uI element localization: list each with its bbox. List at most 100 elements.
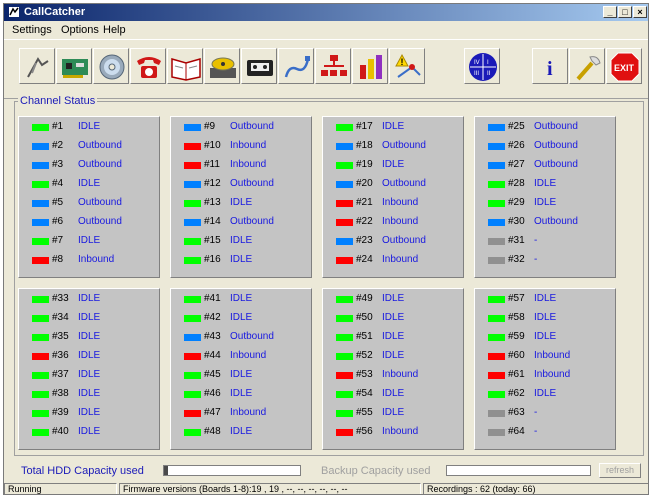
tape-drive-button[interactable] xyxy=(204,48,240,84)
channel-row: #44 Inbound xyxy=(171,349,311,363)
info-icon: i xyxy=(547,58,553,80)
channel-status-text: Outbound xyxy=(230,121,274,132)
book-icon xyxy=(171,58,201,81)
channel-number: #1 xyxy=(52,121,64,132)
channel-row: #16 IDLE xyxy=(171,253,311,267)
exit-button[interactable]: EXIT xyxy=(606,48,642,84)
svg-text:i: i xyxy=(547,58,553,80)
channel-row: #26 Outbound xyxy=(475,139,615,153)
channel-number: #3 xyxy=(52,159,64,170)
antenna-button[interactable] xyxy=(19,48,55,84)
cable-icon xyxy=(284,56,310,78)
backup-capacity-label: Backup Capacity used xyxy=(321,465,431,477)
info-button[interactable]: i xyxy=(532,48,568,84)
channel-led-icon xyxy=(488,391,505,398)
channel-row: #14 Outbound xyxy=(171,215,311,229)
channel-led-icon xyxy=(184,353,201,360)
channel-led-icon xyxy=(488,429,505,436)
channel-led-icon xyxy=(336,162,353,169)
menu-options[interactable]: Options xyxy=(61,24,99,36)
status-bar: Running Firmware versions (Boards 1-8):1… xyxy=(4,482,648,494)
channel-number: #22 xyxy=(356,216,373,227)
channel-led-icon xyxy=(336,334,353,341)
channel-status-text: IDLE xyxy=(78,178,101,189)
channel-number: #38 xyxy=(52,388,69,399)
channel-row: #43 Outbound xyxy=(171,330,311,344)
book-button[interactable] xyxy=(167,48,203,84)
channel-row: #15 IDLE xyxy=(171,234,311,248)
channel-status-text: IDLE xyxy=(534,197,557,208)
close-button[interactable]: × xyxy=(633,6,647,18)
channel-row: #50 IDLE xyxy=(323,311,463,325)
hdd-capacity-bar xyxy=(163,465,301,476)
channel-status-text: Inbound xyxy=(78,254,115,265)
channel-status-text: Outbound xyxy=(534,121,578,132)
cable-button[interactable] xyxy=(278,48,314,84)
channel-led-icon xyxy=(184,124,201,131)
menu-settings[interactable]: Settings xyxy=(12,24,52,36)
channel-status-text: Outbound xyxy=(230,331,274,342)
channel-led-icon xyxy=(184,200,201,207)
clock-button[interactable]: IV I III II xyxy=(464,48,500,84)
backup-capacity-bar xyxy=(446,465,591,476)
channel-led-icon xyxy=(32,410,49,417)
alert-icon: ! xyxy=(395,53,421,78)
channel-panel: #17 IDLE #18 Outbound #19 IDLE #20 Outbound #21 I… xyxy=(322,116,464,278)
channel-status-text: IDLE xyxy=(230,235,253,246)
channel-led-icon xyxy=(32,429,49,436)
channel-number: #52 xyxy=(356,350,373,361)
channel-number: #8 xyxy=(52,254,64,265)
channel-led-icon xyxy=(336,257,353,264)
channel-number: #5 xyxy=(52,197,64,208)
disc-button[interactable] xyxy=(93,48,129,84)
refresh-button[interactable]: refresh xyxy=(599,463,641,478)
channel-led-icon xyxy=(488,353,505,360)
chart-button[interactable] xyxy=(352,48,388,84)
hardware-button[interactable] xyxy=(56,48,92,84)
channel-number: #25 xyxy=(508,121,525,132)
channel-row: #49 IDLE xyxy=(323,292,463,306)
channel-status-text: IDLE xyxy=(78,121,101,132)
channel-led-icon xyxy=(488,334,505,341)
channel-led-icon xyxy=(336,181,353,188)
channel-led-icon xyxy=(336,429,353,436)
channel-status-text: IDLE xyxy=(534,293,557,304)
circuit-board-icon xyxy=(62,59,88,78)
telephone-button[interactable] xyxy=(130,48,166,84)
channel-status-text: Inbound xyxy=(230,159,267,170)
channel-row: #28 IDLE xyxy=(475,177,615,191)
maximize-button[interactable]: □ xyxy=(618,6,632,18)
channel-number: #36 xyxy=(52,350,69,361)
channel-number: #29 xyxy=(508,197,525,208)
channel-row: #18 Outbound xyxy=(323,139,463,153)
network-button[interactable] xyxy=(315,48,351,84)
menu-help[interactable]: Help xyxy=(103,24,126,36)
channel-led-icon xyxy=(184,162,201,169)
channel-status-text: Inbound xyxy=(230,407,267,418)
channel-number: #10 xyxy=(204,140,221,151)
alert-button[interactable]: ! xyxy=(389,48,425,84)
channel-row: #31- xyxy=(475,234,615,248)
channel-status-text: Inbound xyxy=(230,350,267,361)
minimize-button[interactable]: _ xyxy=(603,6,617,18)
tools-button[interactable] xyxy=(569,48,605,84)
window-title: CallCatcher xyxy=(24,6,86,18)
channel-status-text: IDLE xyxy=(382,159,405,170)
svg-text:EXIT: EXIT xyxy=(614,63,635,73)
channel-led-icon xyxy=(32,372,49,379)
title-bar[interactable]: CallCatcher _ □ × xyxy=(4,4,648,21)
cassette-button[interactable] xyxy=(241,48,277,84)
channel-status-text: Outbound xyxy=(534,159,578,170)
channel-row: #6 Outbound xyxy=(19,215,159,229)
channel-status-text: Inbound xyxy=(382,426,419,437)
svg-text:!: ! xyxy=(401,57,404,67)
channel-panel: #41 IDLE #42 IDLE #43 Outbound #44 Inbound #45 ID… xyxy=(170,288,312,450)
channel-status-text: IDLE xyxy=(382,312,405,323)
channel-status-text: IDLE xyxy=(78,350,101,361)
channel-status-text: Inbound xyxy=(230,140,267,151)
channel-row: #59 IDLE xyxy=(475,330,615,344)
channel-status-text: IDLE xyxy=(78,331,101,342)
channel-status-text: IDLE xyxy=(230,293,253,304)
svg-text:II: II xyxy=(487,71,491,77)
channel-row: #8 Inbound xyxy=(19,253,159,267)
